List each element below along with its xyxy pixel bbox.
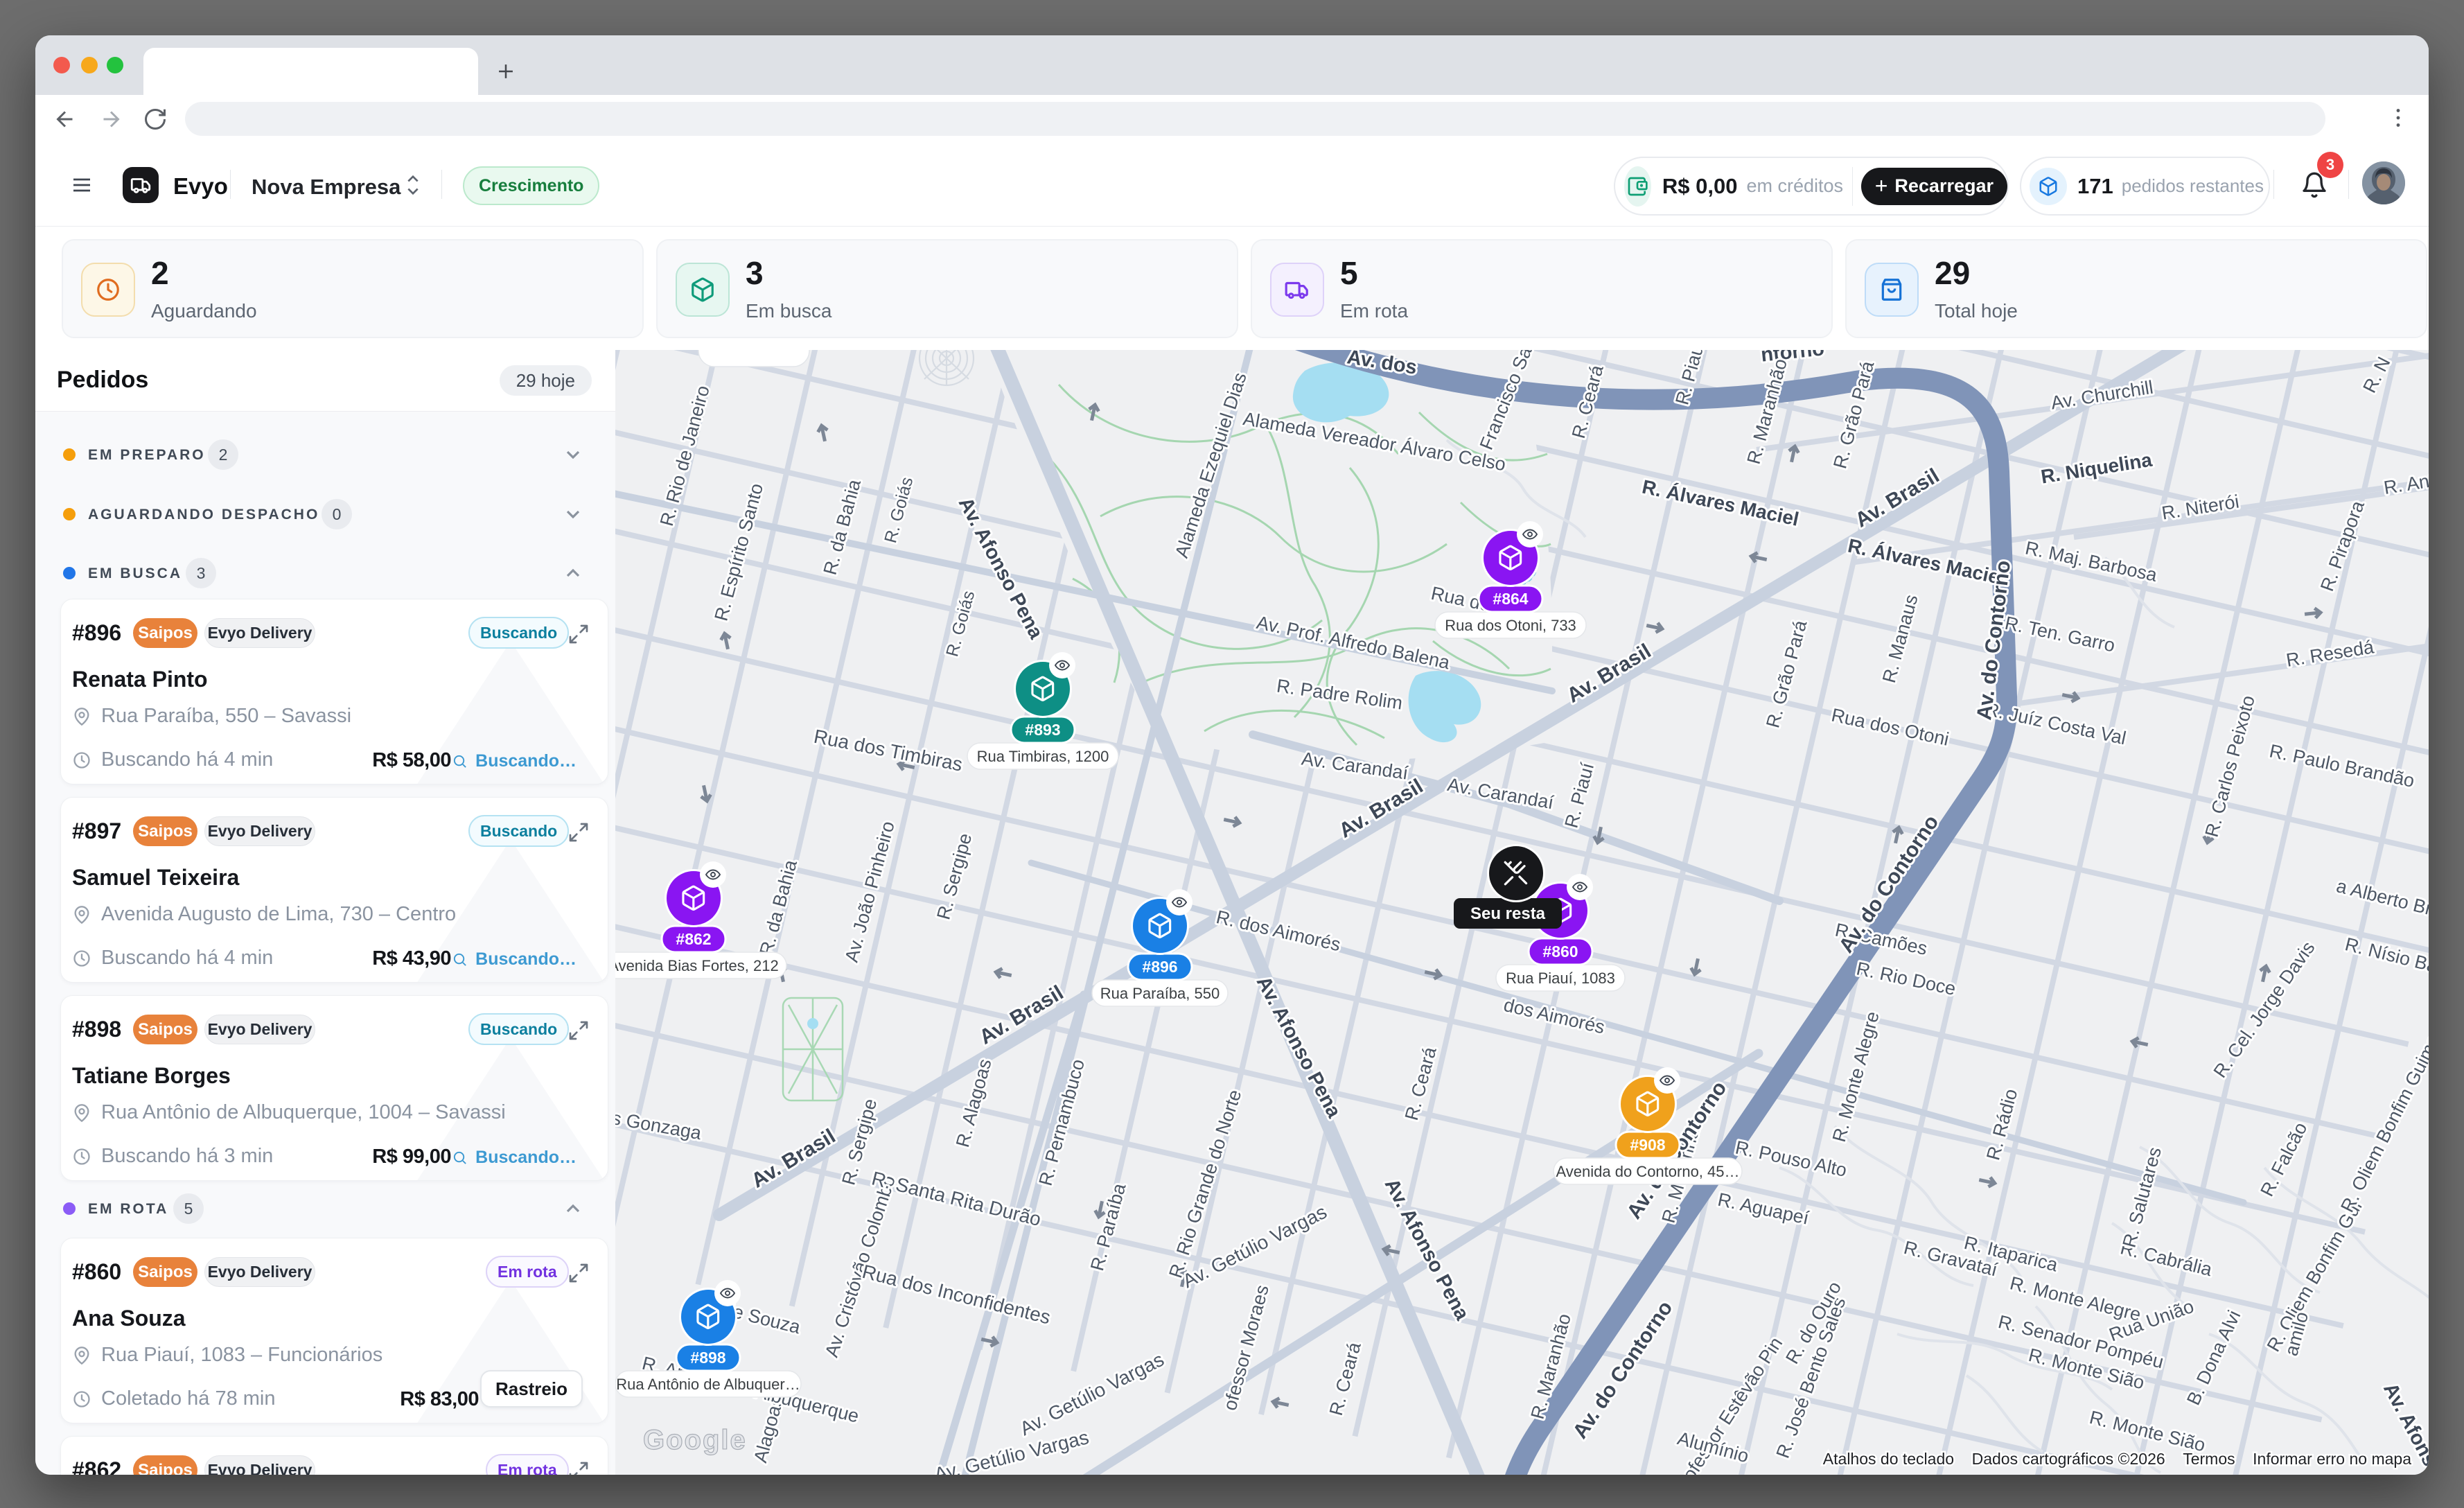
svg-text:Seu resta: Seu resta [1470, 904, 1546, 923]
svg-text:Avenida do Contorno, 45…: Avenida do Contorno, 45… [1556, 1163, 1740, 1180]
svg-text:#908: #908 [1630, 1136, 1665, 1154]
svg-text:#893: #893 [1025, 721, 1060, 739]
svg-text:#896: #896 [1142, 958, 1177, 976]
svg-text:Atalhos do teclado Dados ca: Atalhos do teclado Dados cartográficos ©… [1823, 1450, 2411, 1468]
svg-text:#862: #862 [676, 930, 711, 948]
svg-text:Rua dos Otoni, 733: Rua dos Otoni, 733 [1445, 617, 1576, 634]
svg-text:Rua Piauí, 1083: Rua Piauí, 1083 [1506, 970, 1615, 987]
svg-text:Avenida Bias Fortes, 212: Avenida Bias Fortes, 212 [615, 957, 779, 974]
svg-text:#898: #898 [690, 1349, 725, 1367]
svg-text:Rua Paraíba, 550: Rua Paraíba, 550 [1100, 985, 1220, 1002]
svg-text:Google: Google [643, 1425, 747, 1455]
svg-text:#864: #864 [1493, 590, 1528, 608]
svg-text:Rua Antônio de Albuquer…: Rua Antônio de Albuquer… [616, 1376, 800, 1393]
svg-text:Rua Timbiras, 1200: Rua Timbiras, 1200 [977, 748, 1109, 765]
svg-text:#860: #860 [1542, 942, 1578, 961]
